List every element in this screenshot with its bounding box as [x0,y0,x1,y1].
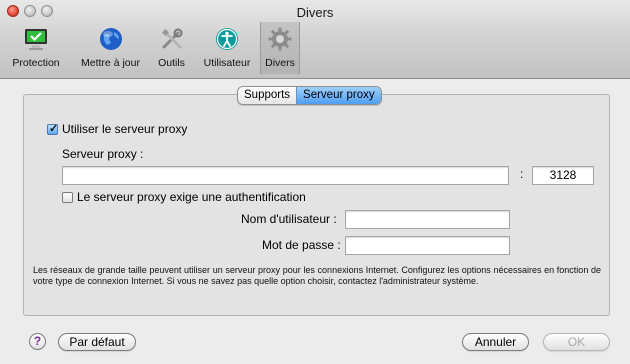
help-button[interactable]: ? [29,333,46,350]
title-bar: Divers Protection Mettre à jour Outils U… [0,0,630,79]
toolbar: Protection Mettre à jour Outils Utilisat… [0,22,300,74]
use-proxy-checkbox[interactable]: ✓ [47,123,59,135]
proxy-auth-checkbox[interactable] [62,192,73,203]
toolbar-label: Mettre à jour [81,57,140,69]
tab-supports[interactable]: Supports [238,87,297,104]
proxy-server-label: Serveur proxy : [62,147,144,161]
checkmark-icon: ✓ [49,123,59,135]
tab-proxy-server[interactable]: Serveur proxy [296,87,381,104]
info-text: Les réseaux de grande taille peuvent uti… [33,265,601,286]
port-separator: : [520,167,524,181]
toolbar-item-protection[interactable]: Protection [0,22,72,74]
preferences-window: Divers Protection Mettre à jour Outils U… [0,0,630,364]
window-title: Divers [296,5,334,20]
toolbar-item-user[interactable]: Utilisateur [194,22,260,74]
tools-icon [158,25,186,53]
proxy-server-input[interactable] [62,166,509,185]
toolbar-label: Protection [12,57,60,69]
default-button[interactable]: Par défaut [58,333,136,351]
toolbar-item-update[interactable]: Mettre à jour [72,22,149,74]
username-input[interactable] [345,210,510,229]
toolbar-item-tools[interactable]: Outils [149,22,194,74]
proxy-auth-label: Le serveur proxy exige une authentificat… [77,190,306,204]
toolbar-item-misc[interactable]: Divers [260,22,300,74]
proxy-port-input[interactable]: 3128 [532,166,594,185]
globe-icon [97,25,125,53]
monitor-check-icon [22,25,50,53]
toolbar-label: Outils [158,57,185,69]
cancel-button[interactable]: Annuler [462,333,529,351]
use-proxy-label: Utiliser le serveur proxy [62,122,188,136]
user-icon [213,25,241,53]
ok-button[interactable]: OK [543,333,610,351]
password-label: Mot de passe : [262,238,341,252]
password-input[interactable] [345,236,510,255]
gear-icon [266,25,294,53]
username-label: Nom d'utilisateur : [241,212,337,226]
toolbar-label: Divers [265,57,295,69]
toolbar-label: Utilisateur [203,57,251,69]
segmented-tabs: Supports Serveur proxy [237,86,382,105]
